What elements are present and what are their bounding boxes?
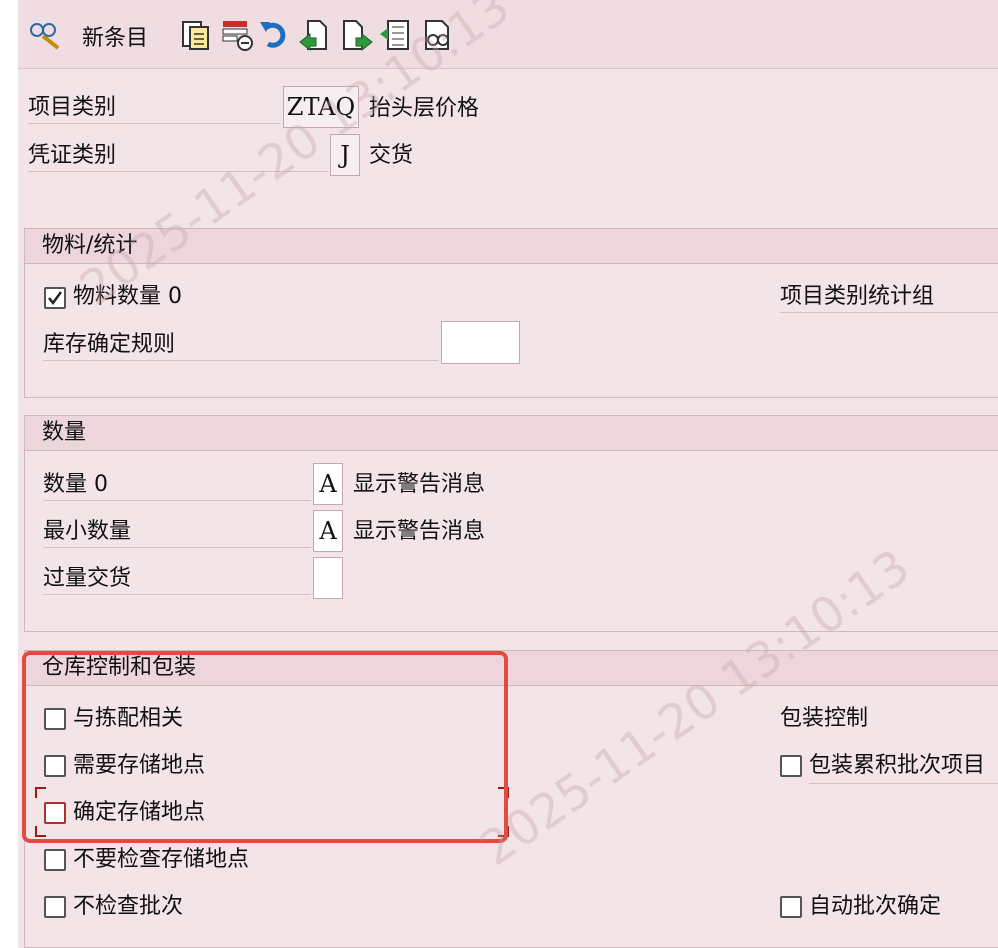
copy-icon[interactable] [180,18,212,52]
packing-control-label: 包装控制 [780,706,869,731]
over-delivery-label: 过量交货 [43,564,311,595]
focus-frame [35,787,509,837]
auto-batch-determination-label: 自动批次确定 [809,894,942,919]
relevant-for-picking-checkbox[interactable] [44,708,66,730]
undo-icon[interactable] [258,18,292,52]
storage-loc-required-label: 需要存储地点 [73,753,206,778]
no-storage-loc-check-label: 不要检查存储地点 [73,847,250,872]
stat-group-label: 项目类别统计组 [780,282,998,313]
material-stats-title: 物料/统计 [25,229,998,264]
over-delivery-field[interactable] [313,557,343,599]
new-entries-button[interactable]: 新条目 [82,20,148,52]
storage-loc-required-checkbox[interactable] [44,755,66,777]
material-qty-zero-checkbox[interactable] [44,287,66,309]
item-category-description: 抬头层价格 [369,96,480,121]
doc-category-field[interactable]: J [330,134,360,176]
next-entry-icon[interactable] [340,18,374,52]
find-icon[interactable] [420,18,454,52]
previous-entry-icon[interactable] [298,18,332,52]
toolbar [18,0,998,69]
delete-icon[interactable] [220,18,254,52]
min-qty-field[interactable]: A [313,510,343,552]
quantity-title: 数量 [25,416,998,451]
pack-accum-batch-checkbox[interactable] [780,755,802,777]
no-batch-check-checkbox[interactable] [44,896,66,918]
qty-zero-label: 数量 0 [43,470,311,501]
stock-rule-field[interactable] [441,321,520,364]
display-change-icon[interactable] [28,18,64,52]
item-category-label: 项目类别 [28,93,280,124]
min-qty-label: 最小数量 [43,517,311,548]
material-qty-zero-label: 物料数量 0 [73,284,182,309]
no-storage-loc-check-checkbox[interactable] [44,849,66,871]
auto-batch-determination-checkbox[interactable] [780,896,802,918]
material-stats-group: 物料/统计 [24,228,998,398]
qty-zero-field[interactable]: A [313,463,343,505]
stock-rule-label: 库存确定规则 [43,330,438,361]
relevant-for-picking-label: 与拣配相关 [73,706,184,731]
pack-accum-batch-label: 包装累积批次项目 [809,751,998,784]
warehouse-title: 仓库控制和包装 [25,651,998,686]
select-all-icon[interactable] [378,18,412,52]
doc-category-label: 凭证类别 [28,141,328,172]
doc-category-description: 交货 [369,143,414,168]
no-batch-check-label: 不检查批次 [73,894,184,919]
left-strip [0,0,18,948]
min-qty-description: 显示警告消息 [353,519,486,544]
item-category-field[interactable]: ZTAQ [283,86,359,128]
qty-zero-description: 显示警告消息 [353,472,486,497]
